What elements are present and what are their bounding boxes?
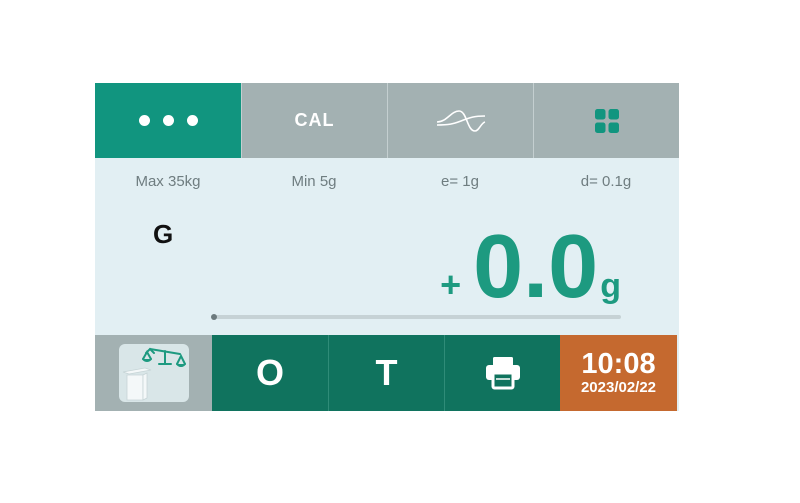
verification-interval: e= 1g [441,173,479,190]
weight-unit: g [600,267,621,305]
min-capacity: Min 5g [291,173,337,190]
clock-date: 2023/02/22 [580,379,657,396]
capacity-marker [211,314,217,320]
calibration-button[interactable]: CAL [241,83,387,158]
weight-sign: + [440,264,462,305]
printer-icon [485,357,520,390]
weighing-scale-icon [122,347,186,401]
max-capacity: Max 35kg [135,173,201,190]
scale-specs: Max 35kg Min 5g e= 1g d= 0.1g [95,173,679,190]
top-toolbar: CAL [95,83,679,158]
capacity-bar [211,314,621,320]
filter-button[interactable] [387,83,533,158]
tare-button[interactable]: T [328,335,444,411]
weight-value: 0.0 [473,217,599,317]
apps-button[interactable] [533,83,679,158]
more-dots-icon [138,115,198,126]
scale-screen: CAL Max 35kg Min 5g e= 1g d= 0.1g G + 0.… [95,83,679,411]
clock-display[interactable]: 10:08 2023/02/22 [560,335,677,411]
clock-time: 10:08 [581,348,656,380]
tare-label: T [375,352,398,393]
readability: d= 0.1g [580,173,632,190]
zero-label: O [255,352,284,393]
scale-status-button[interactable] [95,335,212,411]
bottom-toolbar: O T 10:08 2023/02/22 [95,335,679,411]
menu-button[interactable] [95,83,241,158]
zero-button[interactable]: O [212,335,328,411]
wave-filter-icon [436,109,485,132]
weight-reading: + 0.0 g [440,217,621,317]
calibration-label: CAL [294,110,335,130]
grid-apps-icon [594,108,619,133]
print-button[interactable] [444,335,560,411]
scale-card [118,344,189,402]
gross-mode-indicator: G [153,219,174,249]
